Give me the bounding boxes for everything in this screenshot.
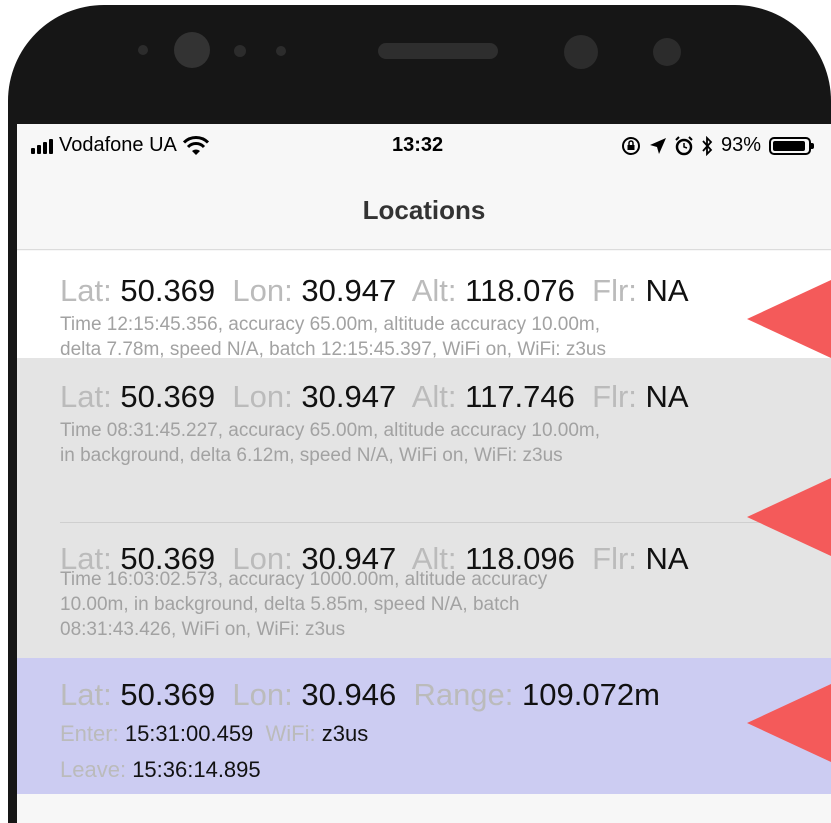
phone-screen: Vodafone UA 13:32 93% Locations Lat: 50.…	[17, 124, 831, 823]
alt-label: Alt:	[411, 273, 457, 308]
lat-label: Lat:	[60, 273, 112, 308]
location-arrow-icon	[649, 137, 666, 154]
sensor-dot	[564, 35, 598, 69]
lon-value: 30.947	[301, 273, 397, 308]
sensor-dot	[234, 45, 246, 57]
detail-line: Time 12:15:45.356, accuracy 65.00m, alti…	[60, 314, 601, 335]
status-time: 13:32	[392, 134, 444, 156]
alt-value: 117.746	[465, 379, 575, 414]
coordinates-line: Lat: 50.369 Lon: 30.947 Alt: 118.076 Flr…	[60, 251, 831, 309]
lat-label: Lat:	[60, 379, 112, 414]
alarm-icon	[675, 135, 693, 155]
lon-value: 30.947	[301, 379, 397, 414]
annotation-arrow	[747, 280, 831, 358]
range-value: 109.072m	[522, 677, 660, 712]
detail-line: 08:31:43.426, WiFi on, WiFi: z3us	[60, 619, 346, 640]
battery-icon	[769, 136, 814, 155]
lat-value: 50.369	[120, 677, 216, 712]
coordinates-line: Lat: 50.369 Lon: 30.947 Alt: 117.746 Flr…	[60, 358, 831, 415]
flr-label: Flr:	[592, 379, 637, 414]
enter-label: Enter:	[60, 721, 119, 746]
status-right: 93%	[621, 134, 814, 157]
lat-value: 50.369	[120, 273, 216, 308]
location-detail: Time 12:15:45.356, accuracy 65.00m, alti…	[60, 312, 831, 362]
front-camera	[174, 32, 210, 68]
leave-value: 15:36:14.895	[132, 757, 261, 782]
flr-value: NA	[645, 379, 689, 414]
status-bar: Vodafone UA 13:32 93%	[17, 124, 831, 168]
battery-level-fill	[773, 140, 805, 151]
location-detail: Time 16:03:02.573, accuracy 1000.00m, al…	[60, 567, 547, 642]
leave-line: Leave: 15:36:14.895	[60, 757, 831, 783]
detail-line: Time 16:03:02.573, accuracy 1000.00m, al…	[60, 569, 548, 590]
location-row[interactable]: Lat: 50.369 Lon: 30.947 Alt: 118.076 Flr…	[17, 251, 831, 360]
detail-line: 10.00m, in background, delta 5.85m, spee…	[60, 594, 520, 615]
navigation-bar: Locations	[17, 168, 831, 250]
location-row[interactable]: Lat: 50.369 Lon: 30.947 Alt: 118.096 Flr…	[17, 522, 831, 658]
wifi-label: WiFi:	[265, 721, 316, 746]
sensor-dot	[138, 45, 148, 55]
location-row[interactable]: Lat: 50.369 Lon: 30.947 Alt: 117.746 Flr…	[17, 358, 831, 522]
lat-value: 50.369	[120, 379, 216, 414]
visit-row[interactable]: Lat: 50.369 Lon: 30.946 Range: 109.072m …	[17, 658, 831, 794]
enter-line: Enter: 15:31:00.459 WiFi: z3us	[60, 721, 831, 747]
lon-label: Lon:	[232, 677, 293, 712]
alt-value: 118.076	[465, 273, 575, 308]
carrier-label: Vodafone UA	[59, 134, 177, 156]
flr-value: NA	[645, 541, 689, 576]
leave-label: Leave:	[60, 757, 127, 782]
flr-label: Flr:	[592, 541, 637, 576]
flr-value: NA	[645, 273, 689, 308]
lat-label: Lat:	[60, 677, 112, 712]
range-label: Range:	[413, 677, 514, 712]
orientation-lock-icon	[621, 136, 640, 155]
enter-value: 15:31:00.459	[124, 721, 254, 746]
lon-value: 30.946	[301, 677, 397, 712]
visit-coordinates-line: Lat: 50.369 Lon: 30.946 Range: 109.072m	[60, 658, 831, 713]
detail-line: Time 08:31:45.227, accuracy 65.00m, alti…	[60, 420, 601, 441]
lon-label: Lon:	[232, 379, 293, 414]
annotation-arrow	[747, 478, 831, 556]
flr-label: Flr:	[592, 273, 637, 308]
status-left: Vodafone UA	[31, 134, 209, 157]
page-title: Locations	[362, 195, 486, 225]
earpiece-speaker	[378, 43, 498, 59]
location-detail: Time 08:31:45.227, accuracy 65.00m, alti…	[60, 418, 831, 468]
sensor-dot	[653, 38, 681, 66]
lon-label: Lon:	[232, 273, 293, 308]
wifi-value: z3us	[321, 721, 369, 746]
battery-percent: 93%	[720, 134, 761, 156]
alt-label: Alt:	[411, 379, 457, 414]
wifi-icon	[182, 135, 209, 155]
annotation-arrow	[747, 684, 831, 762]
signal-icon	[31, 138, 53, 154]
detail-line: in background, delta 6.12m, speed N/A, W…	[60, 445, 563, 466]
sensor-dot	[276, 46, 286, 56]
row-separator	[60, 522, 831, 523]
bluetooth-icon	[702, 135, 713, 156]
